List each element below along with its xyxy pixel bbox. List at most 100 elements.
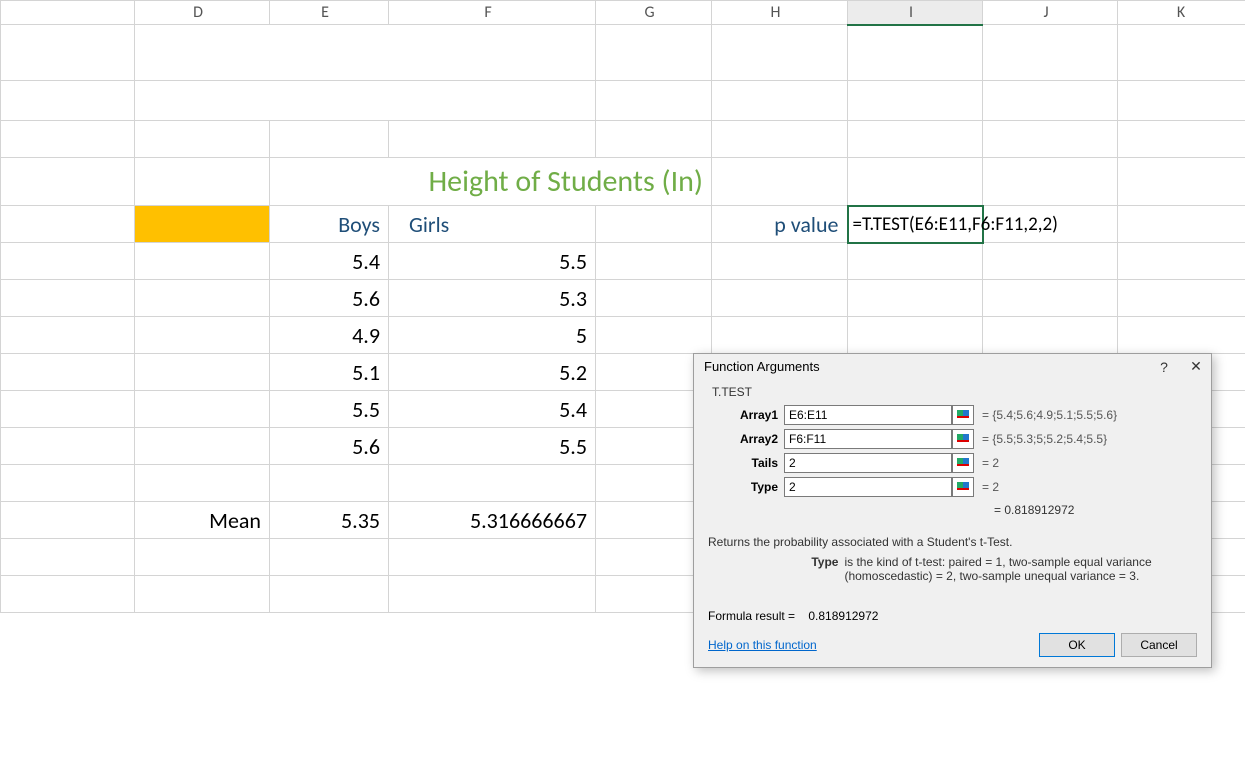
cell[interactable] [983, 317, 1118, 354]
cell[interactable] [983, 121, 1118, 158]
cell[interactable] [1118, 280, 1245, 317]
col-header-J[interactable]: J [983, 1, 1118, 25]
cell[interactable] [389, 465, 596, 502]
cell[interactable] [270, 539, 389, 576]
cell[interactable] [712, 121, 848, 158]
cell[interactable] [848, 243, 983, 280]
cell[interactable] [848, 158, 983, 206]
cell[interactable] [1, 428, 135, 465]
range-selector-icon[interactable] [952, 405, 974, 425]
cell[interactable] [983, 280, 1118, 317]
header-boys[interactable]: Boys [270, 206, 389, 243]
cell[interactable] [1, 81, 135, 121]
cell[interactable] [712, 25, 848, 81]
cell[interactable] [1, 25, 135, 81]
mean-girls[interactable]: 5.316666667 [389, 502, 596, 539]
boys-1[interactable]: 5.6 [270, 280, 389, 317]
cell[interactable] [135, 243, 270, 280]
mean-boys[interactable]: 5.35 [270, 502, 389, 539]
cell[interactable] [1118, 25, 1245, 81]
header-cell-blank[interactable] [135, 206, 270, 243]
girls-2[interactable]: 5 [389, 317, 596, 354]
cell[interactable] [389, 576, 596, 613]
cell[interactable] [983, 81, 1118, 121]
cell[interactable] [135, 539, 270, 576]
cell[interactable] [1, 158, 135, 206]
cell[interactable] [596, 280, 712, 317]
cell[interactable] [848, 121, 983, 158]
cell[interactable] [1, 465, 135, 502]
mean-label[interactable]: Mean [135, 502, 270, 539]
cell[interactable] [389, 121, 596, 158]
cell[interactable] [1118, 243, 1245, 280]
cell[interactable] [135, 317, 270, 354]
col-header-K[interactable]: K [1118, 1, 1245, 25]
cell[interactable] [1, 121, 135, 158]
boys-5[interactable]: 5.6 [270, 428, 389, 465]
ok-button[interactable]: OK [1039, 633, 1115, 657]
cell[interactable] [1, 206, 135, 243]
close-icon[interactable]: ✕ [1187, 358, 1205, 375]
cell[interactable] [135, 158, 270, 206]
function-arguments-dialog[interactable]: Function Arguments ? ✕ T.TEST Array1 = {… [693, 353, 1212, 668]
column-header-row[interactable]: D E F G H I J K [1, 1, 1245, 25]
cell[interactable] [1118, 81, 1245, 121]
cell[interactable] [1118, 206, 1245, 243]
cell[interactable] [596, 25, 712, 81]
cell[interactable] [135, 576, 270, 613]
girls-0[interactable]: 5.5 [389, 243, 596, 280]
cell[interactable] [848, 81, 983, 121]
col-header-blank[interactable] [1, 1, 135, 25]
girls-5[interactable]: 5.5 [389, 428, 596, 465]
cell[interactable] [596, 121, 712, 158]
cell[interactable] [1, 243, 135, 280]
col-header-D[interactable]: D [135, 1, 270, 25]
girls-3[interactable]: 5.2 [389, 354, 596, 391]
cell[interactable] [135, 465, 270, 502]
cell[interactable] [712, 280, 848, 317]
range-selector-icon[interactable] [952, 477, 974, 497]
tails-input[interactable] [784, 453, 952, 473]
cell[interactable] [1, 354, 135, 391]
cell[interactable] [135, 391, 270, 428]
cell[interactable] [596, 243, 712, 280]
cell[interactable] [712, 243, 848, 280]
col-header-G[interactable]: G [596, 1, 712, 25]
cell[interactable] [848, 25, 983, 81]
cell[interactable] [1, 502, 135, 539]
header-girls[interactable]: Girls [389, 206, 596, 243]
cell[interactable] [1, 280, 135, 317]
cell[interactable] [389, 539, 596, 576]
cell[interactable] [135, 121, 270, 158]
boys-2[interactable]: 4.9 [270, 317, 389, 354]
cell[interactable] [983, 25, 1118, 81]
help-icon[interactable]: ? [1155, 359, 1173, 375]
cell[interactable] [712, 81, 848, 121]
cell[interactable] [270, 576, 389, 613]
cell[interactable] [848, 317, 983, 354]
range-selector-icon[interactable] [952, 429, 974, 449]
cell[interactable] [983, 158, 1118, 206]
cell[interactable] [983, 243, 1118, 280]
cell[interactable] [135, 280, 270, 317]
cell[interactable] [1, 576, 135, 613]
boys-3[interactable]: 5.1 [270, 354, 389, 391]
col-header-I[interactable]: I [848, 1, 983, 25]
help-on-function-link[interactable]: Help on this function [708, 638, 817, 652]
cell[interactable] [848, 280, 983, 317]
cell[interactable] [270, 121, 389, 158]
boys-0[interactable]: 5.4 [270, 243, 389, 280]
cell[interactable] [712, 317, 848, 354]
col-header-E[interactable]: E [270, 1, 389, 25]
cell[interactable] [1, 391, 135, 428]
cell[interactable] [270, 465, 389, 502]
range-selector-icon[interactable] [952, 453, 974, 473]
cell[interactable] [1, 317, 135, 354]
cell[interactable] [1118, 317, 1245, 354]
formula-cell[interactable]: =T.TEST(E6:E11,F6:F11,2,2) [848, 206, 983, 243]
cancel-button[interactable]: Cancel [1121, 633, 1197, 657]
type-input[interactable] [784, 477, 952, 497]
cell[interactable] [135, 428, 270, 465]
cell[interactable] [596, 206, 712, 243]
cell[interactable] [712, 158, 848, 206]
